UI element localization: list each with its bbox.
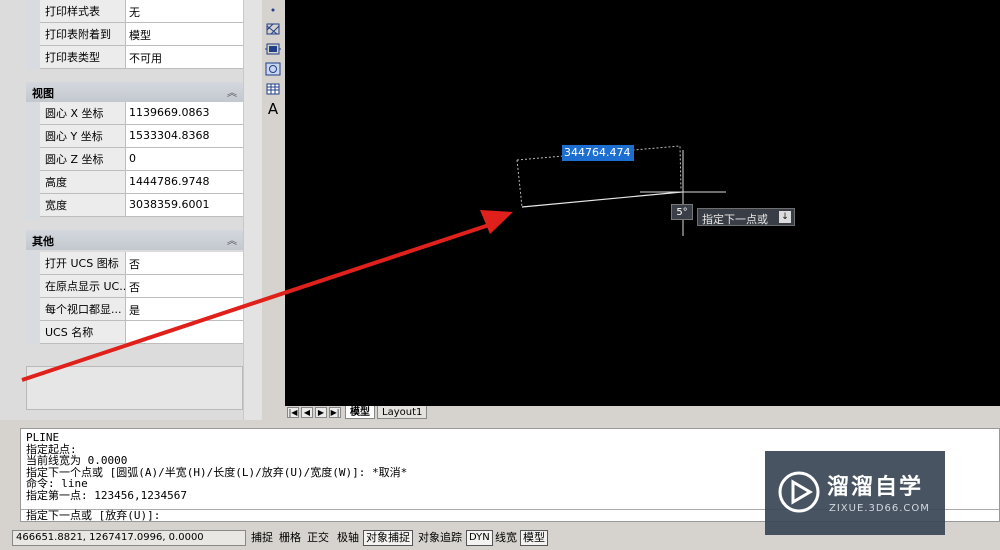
snap-toggle[interactable]: 捕捉 — [248, 530, 276, 546]
prompt-text: 指定下一点或 — [702, 213, 768, 226]
canvas-overlay — [21, 145, 726, 382]
dynamic-angle-label: 5° — [671, 204, 693, 220]
lineweight-toggle[interactable]: 线宽 — [492, 530, 520, 546]
dyn-toggle[interactable]: DYN — [466, 530, 493, 546]
dropdown-icon[interactable]: ↓ — [779, 211, 791, 223]
command-history: PLINE 指定起点: 当前线宽为 0.0000 指定下一个点或 [圆弧(A)/半宽(… — [26, 432, 407, 502]
tab-layout1[interactable]: Layout1 — [377, 406, 428, 419]
osnap-toggle[interactable]: 对象捕捉 — [363, 530, 413, 546]
grid-toggle[interactable]: 栅格 — [276, 530, 304, 546]
ortho-toggle[interactable]: 正交 — [304, 530, 332, 546]
rubber-band-line — [521, 191, 683, 208]
command-line: PLINE — [26, 431, 60, 444]
layout-tab-bar: |◀ ◀ ▶ ▶| 模型 Layout1 — [285, 406, 1000, 420]
model-toggle[interactable]: 模型 — [520, 530, 548, 546]
prev-tab-icon[interactable]: ◀ — [301, 407, 313, 418]
dynamic-dimension-input[interactable]: 344764.474 — [562, 145, 634, 161]
polar-toggle[interactable]: 极轴 — [334, 530, 362, 546]
annotation-arrow-shaft — [21, 222, 493, 382]
first-tab-icon[interactable]: |◀ — [287, 407, 299, 418]
watermark-url: ZIXUE.3D66.COM — [829, 503, 930, 514]
dynamic-prompt-tooltip[interactable]: 指定下一点或 ↓ — [697, 208, 795, 226]
play-logo-icon — [778, 471, 820, 513]
coordinate-readout[interactable]: 466651.8821, 1267417.0996, 0.0000 — [12, 530, 246, 546]
dimension-extension-line — [516, 159, 523, 208]
watermark-title: 溜溜自学 — [827, 475, 924, 500]
next-tab-icon[interactable]: ▶ — [315, 407, 327, 418]
last-tab-icon[interactable]: ▶| — [329, 407, 341, 418]
watermark: 溜溜自学 ZIXUE.3D66.COM — [765, 451, 945, 535]
tab-model[interactable]: 模型 — [345, 406, 375, 419]
command-line: 指定第一点: 123456,1234567 — [26, 488, 187, 502]
otrack-toggle[interactable]: 对象追踪 — [415, 530, 465, 546]
annotation-arrow-head — [480, 210, 513, 234]
